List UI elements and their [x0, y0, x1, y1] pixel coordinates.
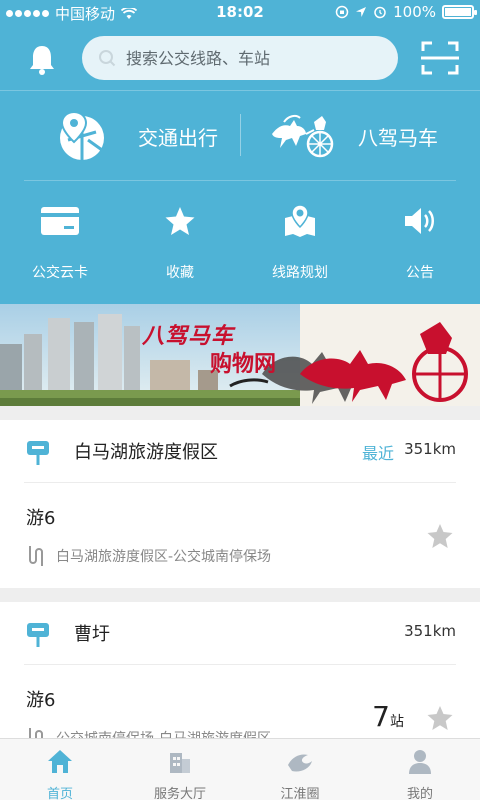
- station-count-number: 7: [372, 700, 390, 733]
- divider: [24, 482, 456, 483]
- chariot-logo: [272, 114, 334, 158]
- scan-icon[interactable]: [420, 40, 460, 76]
- recent-badge: 最近: [361, 444, 394, 463]
- orientation-lock-icon: [335, 5, 349, 19]
- building-icon: [170, 753, 190, 773]
- status-bar: 中国移动 18:02 100%: [0, 0, 480, 26]
- bus-stop-icon: [27, 441, 49, 465]
- battery-icon: [442, 5, 477, 19]
- search-icon: [99, 50, 116, 67]
- feature-chariot[interactable]: 八驾马车: [270, 100, 438, 172]
- tab-mine[interactable]: 我的: [360, 739, 480, 800]
- feature-divider: [240, 114, 241, 156]
- tab-service-hall[interactable]: 服务大厅: [120, 739, 240, 800]
- star-icon: [165, 207, 195, 235]
- tab-label: 江淮圈: [280, 787, 320, 800]
- bus-stop-icon: [27, 623, 49, 647]
- tab-home[interactable]: 首页: [0, 739, 120, 800]
- battery-percent: 100%: [393, 3, 436, 21]
- alarm-icon: [374, 6, 386, 19]
- divider: [24, 180, 456, 181]
- quick-action-label: 收藏: [166, 265, 194, 281]
- stop-name: 曹圩: [74, 624, 110, 645]
- tab-label: 我的: [406, 787, 433, 800]
- stop-card[interactable]: 白马湖旅游度假区 最近 351km 游6 白马湖旅游度假区-公交城南停保场: [0, 420, 480, 588]
- divider: [24, 664, 456, 665]
- speaker-icon: [405, 208, 434, 234]
- map-location-icon: [60, 110, 104, 160]
- bell-icon[interactable]: [22, 40, 62, 80]
- quick-action-bus-card[interactable]: 公交云卡: [0, 198, 120, 288]
- quick-action-route-planning[interactable]: 线路规划: [240, 198, 360, 288]
- quick-action-label: 公告: [406, 265, 434, 281]
- quick-action-favorites[interactable]: 收藏: [120, 198, 240, 288]
- stop-card[interactable]: 曹圩 351km 游6 公交城南停保场-白马湖旅游度假区 7站: [0, 602, 480, 748]
- tab-bar: 首页 服务大厅 江淮圈 我的: [0, 738, 480, 800]
- route-path-text: 白马湖旅游度假区-公交城南停保场: [56, 549, 272, 565]
- feature-traffic[interactable]: 交通出行: [58, 100, 218, 172]
- location-arrow-icon: [356, 7, 367, 17]
- stop-row[interactable]: 曹圩 351km: [0, 602, 480, 664]
- home-icon: [48, 750, 72, 773]
- promo-banner[interactable]: 八驾马车 购物网: [0, 304, 480, 406]
- map-pin-icon: [285, 204, 315, 237]
- favorite-star-icon[interactable]: [426, 522, 454, 550]
- header: 中国移动 18:02 100% 搜索公交线路、车站 交通出行 八驾马车 公交云卡…: [0, 0, 480, 304]
- tab-label: 首页: [46, 787, 73, 800]
- divider: [0, 90, 480, 91]
- route-path-icon: [29, 546, 43, 566]
- quick-action-label: 公交云卡: [32, 265, 88, 281]
- route-name[interactable]: 游6: [26, 686, 55, 712]
- stop-distance: 351km: [404, 440, 456, 458]
- station-count: 7站: [372, 700, 404, 733]
- banner-subtitle: 购物网: [210, 352, 277, 377]
- tab-jianghuai-circle[interactable]: 江淮圈: [240, 739, 360, 800]
- search-input[interactable]: [126, 48, 366, 68]
- feature-traffic-label: 交通出行: [138, 125, 218, 150]
- stop-row[interactable]: 白马湖旅游度假区 最近 351km: [0, 420, 480, 482]
- favorite-star-icon[interactable]: [426, 704, 454, 732]
- top-bar: [0, 30, 480, 88]
- station-count-unit: 站: [390, 714, 404, 730]
- card-icon: [41, 207, 79, 235]
- user-icon: [409, 750, 431, 774]
- route-name[interactable]: 游6: [26, 504, 55, 530]
- quick-action-label: 线路规划: [272, 265, 328, 281]
- status-right: 100%: [335, 3, 477, 21]
- route-path: 白马湖旅游度假区-公交城南停保场: [26, 544, 271, 568]
- search-bar[interactable]: [82, 36, 398, 80]
- quick-action-announcements[interactable]: 公告: [360, 198, 480, 288]
- wave-icon: [288, 754, 312, 772]
- stop-distance: 351km: [404, 622, 456, 640]
- feature-chariot-label: 八驾马车: [358, 125, 438, 150]
- stop-name: 白马湖旅游度假区: [74, 442, 218, 463]
- tab-label: 服务大厅: [153, 787, 206, 800]
